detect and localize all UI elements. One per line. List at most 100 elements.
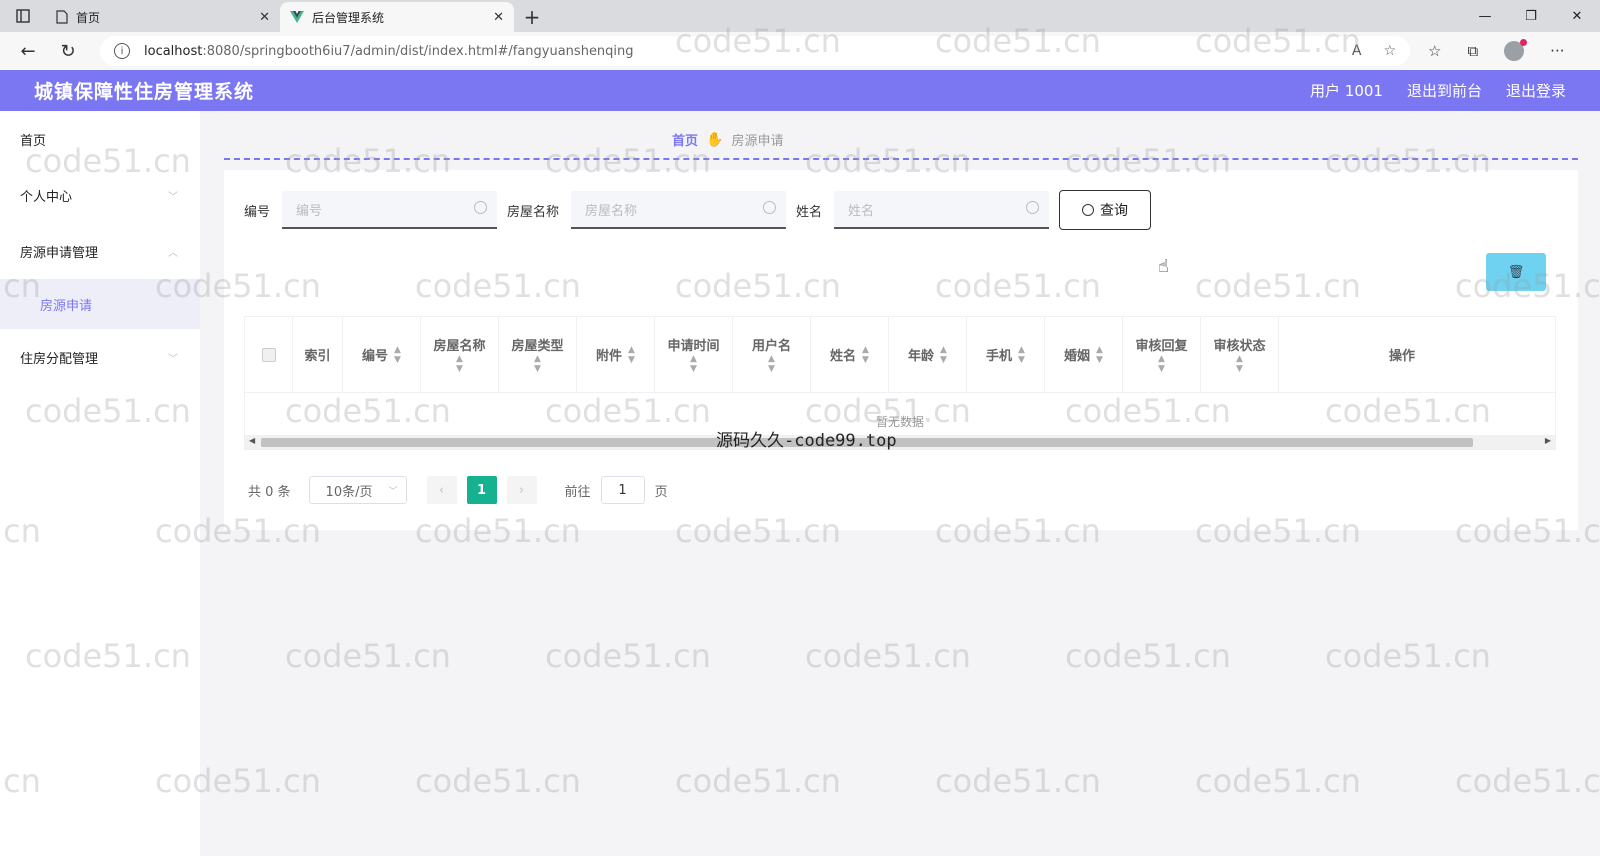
query-button[interactable]: 查询 bbox=[1059, 190, 1152, 230]
table-header: 索引 编号 ▲ ▼ 房屋名称 ▲ ▼ 房屋类型 ▲ ▼ 附件 ▲ ▼ 申请时间 ▲ ▼ 用户名 ▲ ▼ … bbox=[245, 317, 1555, 393]
empty-state: 暂无数据 bbox=[875, 415, 924, 429]
search-form: 编号 编号 房屋名称 房屋名称 姓名 姓名 查询 bbox=[244, 190, 1152, 230]
favorites-icon[interactable]: ☆ bbox=[1428, 42, 1441, 60]
close-icon[interactable]: ✕ bbox=[493, 10, 504, 25]
horizontal-scrollbar[interactable]: ◀ ▶ bbox=[245, 435, 1555, 449]
sort-icon[interactable]: ▲ ▼ bbox=[940, 345, 947, 365]
column-header-sortable[interactable]: 房屋名称 ▲ ▼ bbox=[421, 317, 499, 392]
scroll-left-icon[interactable]: ◀ bbox=[249, 436, 255, 445]
sidebar-item-allocation-management[interactable]: 住房分配管理 ﹀ bbox=[0, 329, 200, 385]
column-header-sortable[interactable]: 手机 ▲ ▼ bbox=[967, 317, 1045, 392]
browser-tab-bar: 首页 ✕ 后台管理系统 ✕ + — ❐ ✕ bbox=[0, 0, 1600, 32]
sort-icon[interactable]: ▲ ▼ bbox=[1096, 345, 1103, 365]
sidebar-item-label: 住房分配管理 bbox=[20, 351, 99, 367]
page-icon bbox=[56, 10, 68, 24]
sidebar-subitem-application[interactable]: 房源申请 bbox=[0, 279, 200, 329]
sidebar-item-personal-center[interactable]: 个人中心 ﹀ bbox=[0, 167, 200, 223]
watermark-text: code51.cn bbox=[935, 762, 1101, 800]
sort-icon[interactable]: ▲ ▼ bbox=[1158, 354, 1165, 374]
url-field[interactable]: i localhost :8080/springbooth6iu7/admin/… bbox=[100, 36, 1410, 66]
hand-cursor-icon: ☝ bbox=[1158, 256, 1169, 277]
tab-actions-icon[interactable] bbox=[0, 0, 46, 32]
url-path: :8080/springbooth6iu7/admin/dist/index.h… bbox=[202, 43, 634, 59]
column-header-sortable[interactable]: 房屋类型 ▲ ▼ bbox=[499, 317, 577, 392]
app-title: 城镇保障性住房管理系统 bbox=[34, 81, 255, 103]
breadcrumb-divider bbox=[224, 158, 1578, 160]
column-header-sortable[interactable]: 审核状态 ▲ ▼ bbox=[1201, 317, 1279, 392]
sort-icon[interactable]: ▲ ▼ bbox=[394, 345, 401, 365]
tab-title: 后台管理系统 bbox=[312, 10, 385, 25]
search-input-name[interactable]: 姓名 bbox=[834, 191, 1050, 229]
read-aloud-icon[interactable]: A bbox=[1352, 43, 1362, 59]
back-arrow-icon[interactable]: ← bbox=[8, 32, 48, 70]
breadcrumb: 首页 ✋ 房源申请 bbox=[672, 130, 784, 150]
reload-icon[interactable]: ↻ bbox=[48, 32, 88, 70]
delete-button[interactable]: 🗑 bbox=[1486, 253, 1546, 291]
column-header-sortable[interactable]: 姓名 ▲ ▼ bbox=[811, 317, 889, 392]
logout-link[interactable]: 退出登录 bbox=[1506, 80, 1566, 101]
more-menu-icon[interactable]: ··· bbox=[1550, 42, 1564, 60]
total-count: 共 0 条 bbox=[248, 484, 291, 500]
sort-icon[interactable]: ▲ ▼ bbox=[628, 345, 635, 365]
sidebar-item-label: 首页 bbox=[20, 133, 47, 149]
page-number-current[interactable]: 1 bbox=[466, 476, 497, 504]
column-header-sortable[interactable]: 编号 ▲ ▼ bbox=[343, 317, 421, 392]
watermark-text: code51.cn bbox=[1065, 637, 1231, 675]
column-header-sortable[interactable]: 年龄 ▲ ▼ bbox=[889, 317, 967, 392]
add-favorite-icon[interactable]: ☆ bbox=[1383, 43, 1396, 59]
chevron-down-icon: ﹀ bbox=[168, 353, 178, 365]
data-table: 索引 编号 ▲ ▼ 房屋名称 ▲ ▼ 房屋类型 ▲ ▼ 附件 ▲ ▼ 申请时间 ▲ ▼ 用户名 ▲ ▼ … bbox=[244, 316, 1556, 450]
select-all-checkbox-cell bbox=[245, 317, 293, 392]
column-header-sortable[interactable]: 附件 ▲ ▼ bbox=[577, 317, 655, 392]
select-all-checkbox[interactable] bbox=[261, 347, 276, 362]
sort-icon[interactable]: ▲ ▼ bbox=[1236, 354, 1243, 374]
goto-label: 前往 bbox=[564, 484, 591, 500]
browser-toolbar: ☆ ⧉ ··· bbox=[1428, 39, 1564, 61]
sort-icon[interactable]: ▲ ▼ bbox=[768, 354, 775, 374]
minimize-icon[interactable]: — bbox=[1462, 0, 1508, 32]
current-user: 用户 1001 bbox=[1310, 82, 1383, 100]
goto-page-input[interactable]: 1 bbox=[600, 476, 645, 504]
page-size-select[interactable]: 10条/页 ﹀ bbox=[308, 476, 407, 504]
watermark-text: code51.cn bbox=[285, 637, 451, 675]
close-icon[interactable]: ✕ bbox=[259, 10, 270, 25]
watermark-text: code51.cn bbox=[1455, 762, 1600, 800]
placeholder: 姓名 bbox=[848, 203, 875, 219]
sort-icon[interactable]: ▲ ▼ bbox=[456, 354, 463, 374]
window-close-icon[interactable]: ✕ bbox=[1554, 0, 1600, 32]
restore-icon[interactable]: ❐ bbox=[1508, 0, 1554, 32]
column-header-sortable[interactable]: 婚姻 ▲ ▼ bbox=[1045, 317, 1123, 392]
sidebar-item-application-management[interactable]: 房源申请管理 ︿ bbox=[0, 223, 200, 279]
tab-title: 首页 bbox=[76, 10, 101, 25]
sort-icon[interactable]: ▲ ▼ bbox=[862, 345, 869, 365]
breadcrumb-home[interactable]: 首页 bbox=[672, 130, 698, 149]
sidebar-item-home[interactable]: 首页 bbox=[0, 111, 200, 167]
column-header-sortable[interactable]: 申请时间 ▲ ▼ bbox=[655, 317, 733, 392]
header-actions: 用户 1001 退出到前台 退出登录 bbox=[1310, 80, 1566, 101]
breadcrumb-current: 房源申请 bbox=[731, 134, 784, 149]
prev-page-button[interactable]: ‹ bbox=[426, 476, 457, 504]
search-icon bbox=[1026, 201, 1040, 214]
sort-icon[interactable]: ▲ ▼ bbox=[690, 354, 697, 374]
search-label-name: 姓名 bbox=[796, 204, 823, 220]
sort-icon[interactable]: ▲ ▼ bbox=[1018, 345, 1025, 365]
search-input-id[interactable]: 编号 bbox=[282, 191, 498, 229]
scroll-right-icon[interactable]: ▶ bbox=[1545, 436, 1551, 445]
watermark-text: code51.cn bbox=[805, 637, 971, 675]
exit-to-front-link[interactable]: 退出到前台 bbox=[1407, 80, 1482, 101]
main-panel: 编号 编号 房屋名称 房屋名称 姓名 姓名 查询 🗑 索引 编号 ▲ ▼ 房屋名… bbox=[224, 170, 1578, 530]
column-header-sortable[interactable]: 审核回复 ▲ ▼ bbox=[1123, 317, 1201, 392]
browser-tab-home[interactable]: 首页 ✕ bbox=[46, 2, 280, 32]
column-header: 索引 bbox=[293, 317, 343, 392]
site-info-icon[interactable]: i bbox=[114, 43, 130, 59]
new-tab-button[interactable]: + bbox=[514, 2, 550, 32]
chevron-down-icon: ﹀ bbox=[168, 191, 178, 203]
browser-tab-admin[interactable]: 后台管理系统 ✕ bbox=[280, 2, 514, 32]
profile-avatar-icon[interactable] bbox=[1504, 39, 1528, 61]
search-input-house-name[interactable]: 房屋名称 bbox=[571, 191, 787, 229]
collections-icon[interactable]: ⧉ bbox=[1467, 42, 1478, 60]
sort-icon[interactable]: ▲ ▼ bbox=[534, 354, 541, 374]
column-header-sortable[interactable]: 用户名 ▲ ▼ bbox=[733, 317, 811, 392]
next-page-button[interactable]: › bbox=[506, 476, 537, 504]
pagination: 共 0 条 10条/页 ﹀ ‹ 1 › 前往 1 页 bbox=[248, 476, 668, 504]
